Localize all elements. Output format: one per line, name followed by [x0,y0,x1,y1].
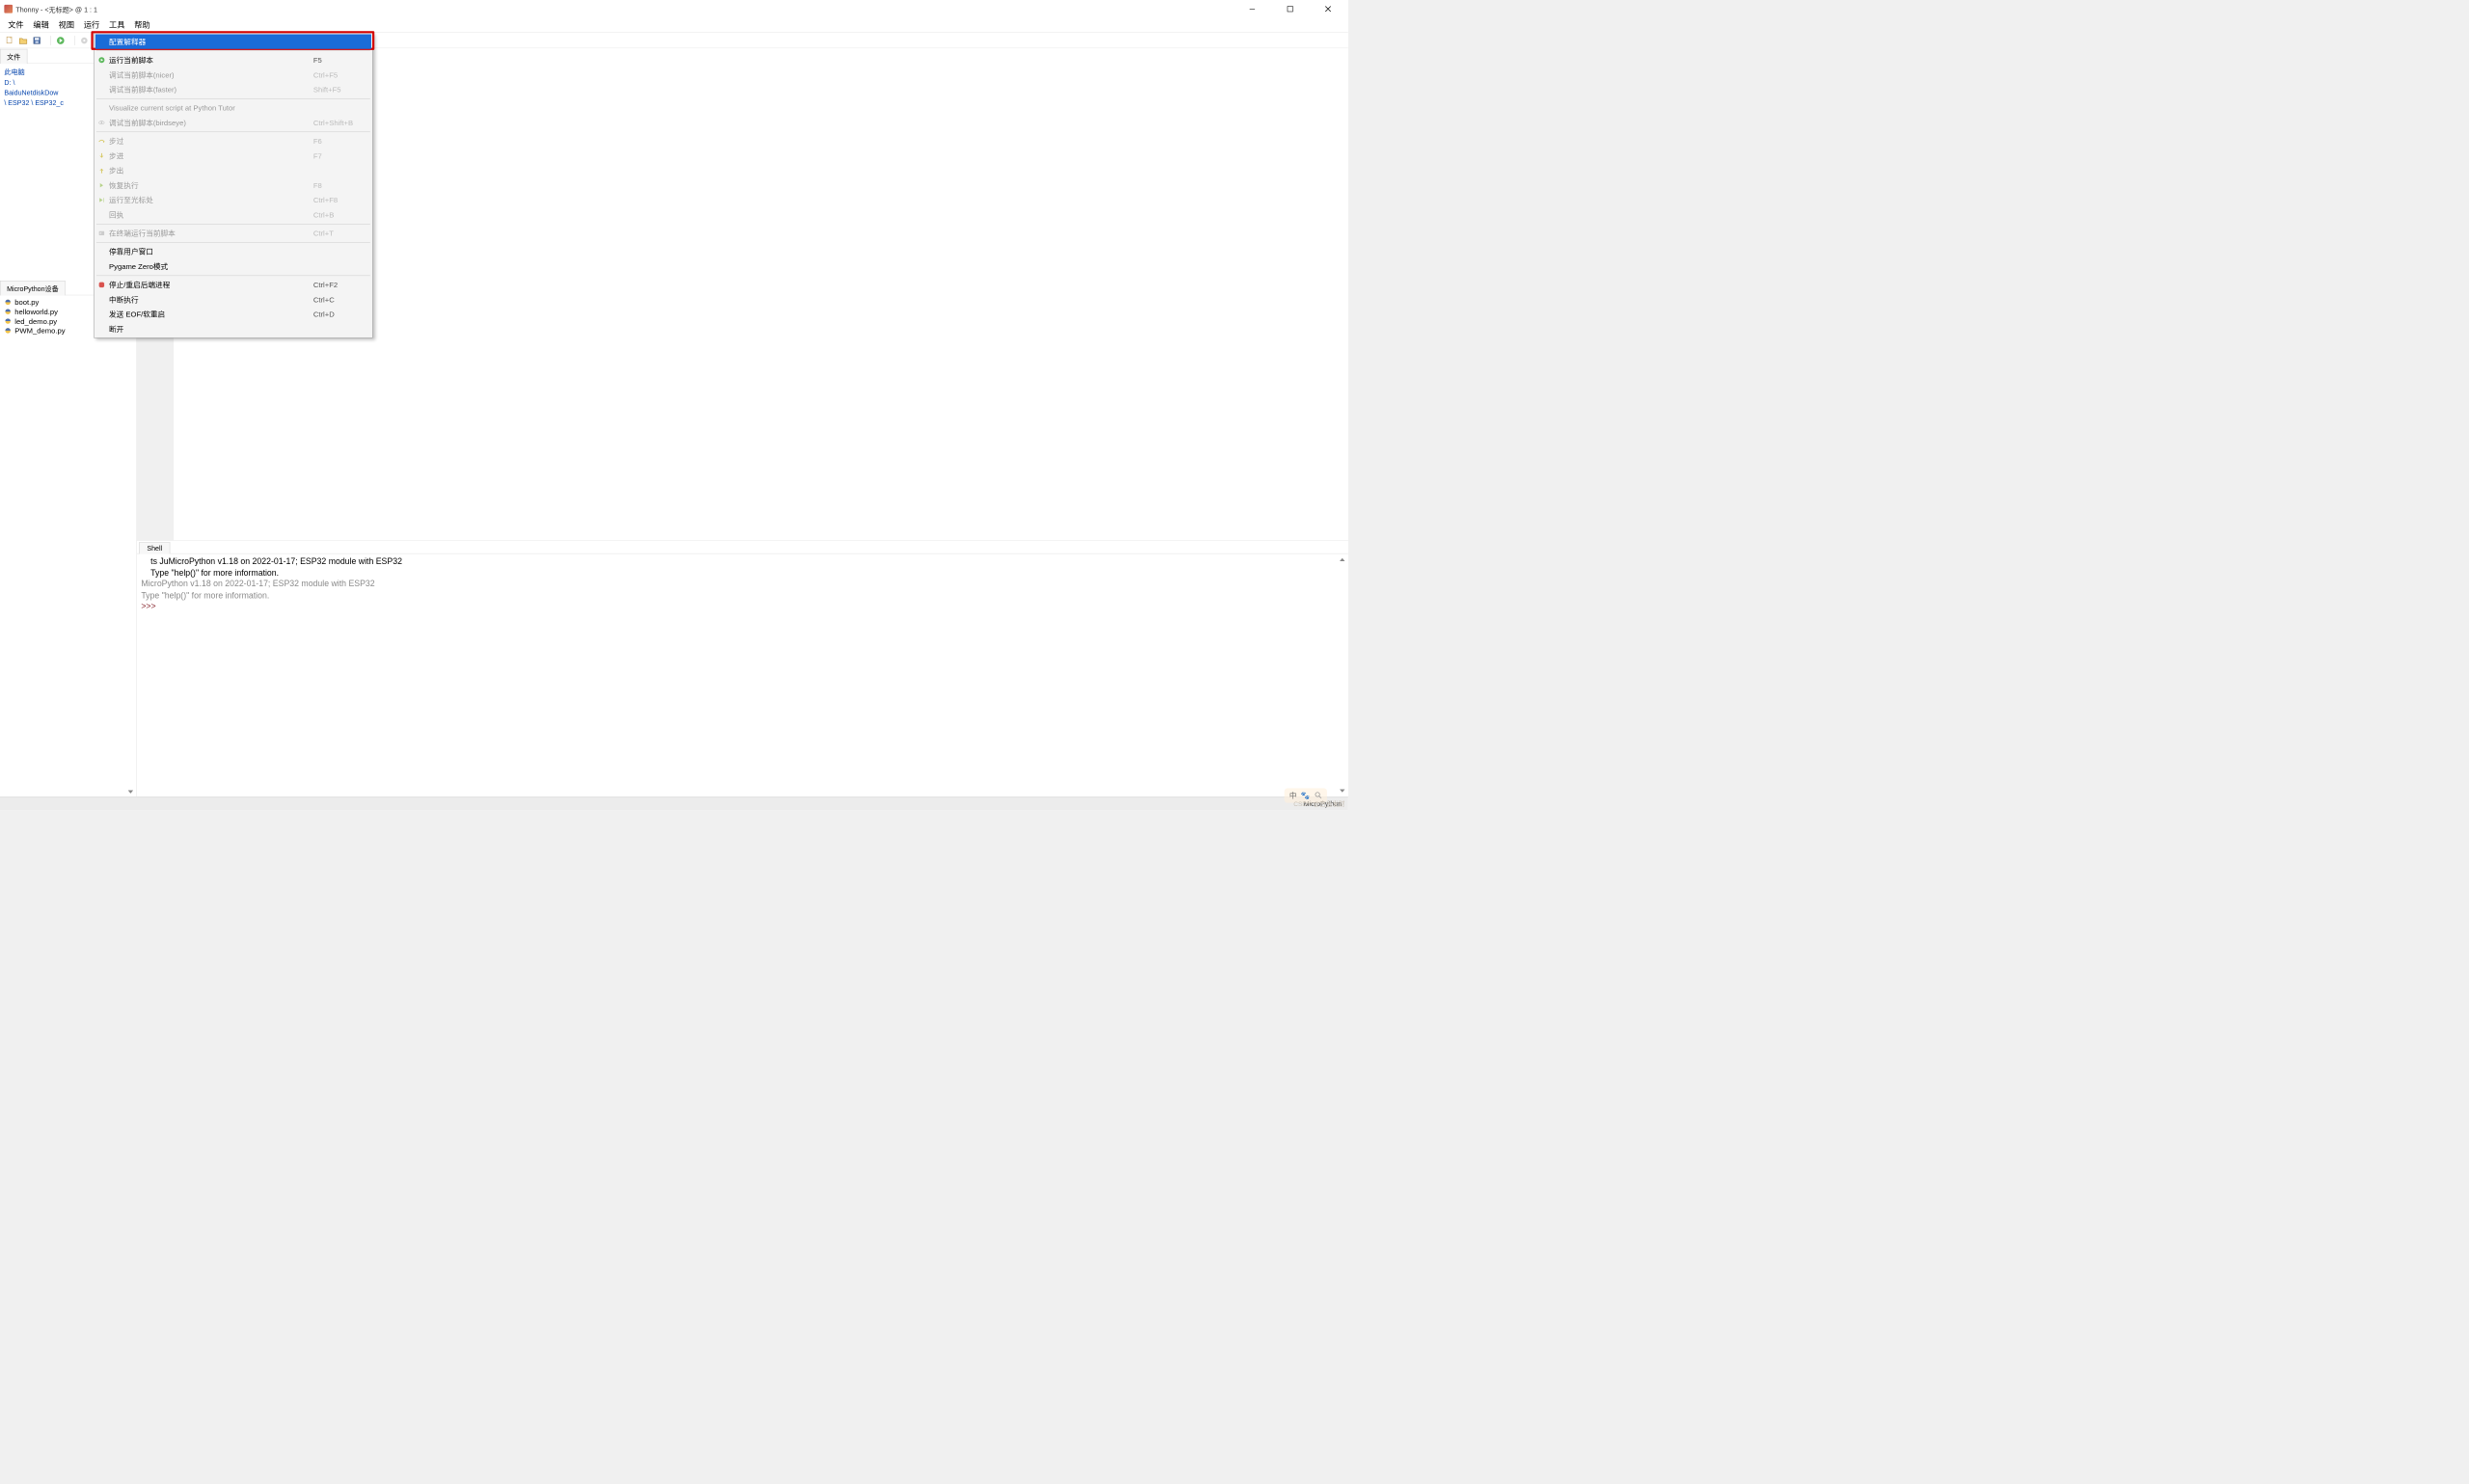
menu-item-configure-interpreter[interactable]: 配置解释器 [95,34,371,48]
menu-separator [96,224,370,225]
menu-item-disconnect[interactable]: 断开 [95,322,371,337]
menu-item-interrupt[interactable]: 中断执行 Ctrl+C [95,292,371,307]
watermark: CSDN @古鱼发财 [1293,799,1344,808]
menu-item-stop-restart[interactable]: 停止/重启后端进程 Ctrl+F2 [95,278,371,292]
stop-icon [95,282,108,288]
app-icon [4,5,13,13]
menu-item-send-eof[interactable]: 发送 EOF/软重启 Ctrl+D [95,307,371,321]
menu-item-run-current[interactable]: 运行当前脚本 F5 [95,53,371,67]
python-file-icon [4,299,12,307]
menu-view[interactable]: 视图 [54,16,79,32]
menu-tools[interactable]: 工具 [104,16,129,32]
menu-item-step-into[interactable]: 步进 F7 [95,148,371,163]
save-button[interactable] [31,35,43,46]
window-controls [1234,0,1347,18]
shell-tab[interactable]: Shell [139,542,170,553]
window-title-text: Thonny - <无标题> @ 1 : 1 [15,4,97,13]
menu-item-pygame-zero[interactable]: Pygame Zero模式 [95,259,371,274]
app-window: Thonny - <无标题> @ 1 : 1 文件 编辑 视图 运行 工具 帮助 [0,0,1348,810]
menu-separator [96,242,370,243]
file-name: helloworld.py [14,308,58,316]
python-file-icon [4,317,12,325]
menu-item-step-back[interactable]: 回执 Ctrl+B [95,207,371,222]
terminal-icon [95,230,108,237]
titlebar: Thonny - <无标题> @ 1 : 1 [0,0,1348,18]
menu-run[interactable]: 运行 [79,16,104,32]
menu-item-resume[interactable]: 恢复执行 F8 [95,178,371,193]
step-out-icon [95,168,108,175]
shell-prompt[interactable]: >>> [141,602,1343,613]
shell-panel: Shell ts JuMicroPython v1.18 on 2022-01-… [137,541,1348,796]
menu-item-python-tutor[interactable]: Visualize current script at Python Tutor [95,100,371,115]
menubar: 文件 编辑 视图 运行 工具 帮助 [0,18,1348,33]
close-button[interactable] [1309,0,1346,18]
window-title: Thonny - <无标题> @ 1 : 1 [4,4,97,13]
menu-separator [96,132,370,133]
file-name: led_demo.py [14,317,57,326]
run-menu-dropdown: 配置解释器 运行当前脚本 F5 调试当前脚本(nicer) Ctrl+F5 调试… [94,33,372,338]
menu-item-step-over[interactable]: 步过 F6 [95,134,371,148]
menu-item-debug-faster[interactable]: 调试当前脚本(faster) Shift+F5 [95,82,371,96]
open-file-button[interactable] [16,35,29,46]
eye-icon [95,120,108,126]
step-over-icon [95,138,108,145]
python-file-icon [4,327,12,335]
play-icon [95,57,108,64]
menu-file[interactable]: 文件 [3,16,28,32]
device-panel: MicroPython设备 boot.py helloworld.py led_… [0,280,136,796]
minimize-button[interactable] [1234,0,1271,18]
new-file-button[interactable] [3,35,15,46]
maximize-button[interactable] [1271,0,1309,18]
scroll-down-icon[interactable] [127,788,135,796]
menu-item-run-to-cursor[interactable]: 运行至光标处 Ctrl+F8 [95,193,371,207]
menu-item-debug-birdseye[interactable]: 调试当前脚本(birdseye) Ctrl+Shift+B [95,116,371,130]
shell-line: Type "help()" for more information. [141,567,1343,579]
menu-separator [96,276,370,277]
menu-item-run-in-terminal[interactable]: 在终端运行当前脚本 Ctrl+T [95,226,371,240]
shell-line: ts JuMicroPython v1.18 on 2022-01-17; ES… [141,556,1343,568]
file-name: PWM_demo.py [14,327,65,336]
debug-button[interactable] [78,35,91,46]
menu-item-debug-nicer[interactable]: 调试当前脚本(nicer) Ctrl+F5 [95,67,371,82]
shell-line: Type "help()" for more information. [141,590,1343,602]
menu-help[interactable]: 帮助 [129,16,154,32]
resume-icon [95,182,108,189]
menu-item-step-out[interactable]: 步出 [95,163,371,177]
statusbar: MicroPython [0,796,1348,810]
shell-line: MicroPython v1.18 on 2022-01-17; ESP32 m… [141,579,1343,590]
scroll-down-icon[interactable] [1339,787,1346,795]
menu-separator [96,98,370,99]
menu-edit[interactable]: 编辑 [28,16,53,32]
run-button[interactable] [54,35,67,46]
shell-output[interactable]: ts JuMicroPython v1.18 on 2022-01-17; ES… [137,553,1348,796]
scroll-up-icon[interactable] [1339,556,1346,564]
step-into-icon [95,152,108,159]
file-name: boot.py [14,298,39,307]
run-to-cursor-icon [95,197,108,203]
menu-separator [96,50,370,51]
python-file-icon [4,308,12,315]
files-tab[interactable]: 文件 [0,49,27,64]
menu-item-dock-user-windows[interactable]: 停靠用户窗口 [95,244,371,258]
device-tab[interactable]: MicroPython设备 [0,281,66,295]
